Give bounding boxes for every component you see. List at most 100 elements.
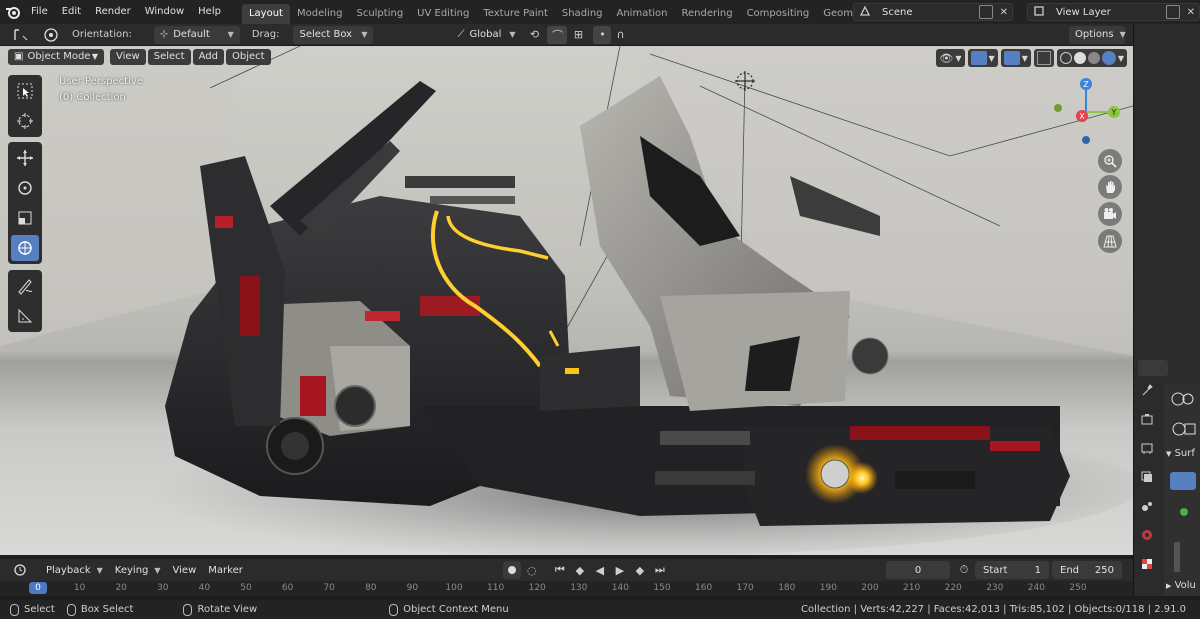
gizmo-neg-z-axis[interactable]: [1082, 136, 1090, 144]
timeline-ruler[interactable]: 0 10 20 30 40 50 60 70 80 90 100 110 120 130 140 150 160…: [0, 581, 1133, 596]
texture-tab-icon[interactable]: [1137, 554, 1157, 574]
end-frame-field[interactable]: End 250: [1052, 561, 1122, 579]
chevron-down-icon[interactable]: ▼: [1118, 54, 1124, 63]
visibility-toggle[interactable]: 👁 ▼: [936, 49, 965, 67]
timeline-view-menu[interactable]: View: [167, 561, 203, 579]
cursor-tool-icon[interactable]: [11, 108, 39, 134]
camera-view-icon[interactable]: [1098, 202, 1122, 226]
chevron-right-icon: ▶: [1166, 582, 1172, 590]
wireframe-shading-icon[interactable]: [1059, 52, 1072, 64]
volume-panel-header[interactable]: ▶ Volu: [1166, 580, 1196, 591]
xray-toggle[interactable]: [1033, 49, 1054, 67]
play-reverse-icon[interactable]: ◀: [591, 561, 609, 579]
proportional-editing-icon[interactable]: •: [593, 25, 612, 44]
navigation-gizmo[interactable]: Z Y X: [1046, 72, 1126, 152]
jump-start-icon[interactable]: ⏮: [551, 561, 569, 579]
surface-node-button[interactable]: [1170, 472, 1196, 490]
tab-animation[interactable]: Animation: [610, 4, 675, 24]
rotate-tool-icon[interactable]: [11, 175, 39, 201]
eye-icon: 👁: [939, 51, 954, 65]
active-tool-icon[interactable]: [6, 26, 36, 44]
tab-compositing[interactable]: Compositing: [740, 4, 817, 24]
auto-keying-icon[interactable]: ◌: [523, 561, 541, 579]
world-tab-icon[interactable]: [1137, 525, 1157, 545]
timeline-editor-type-icon[interactable]: [6, 561, 36, 579]
close-icon[interactable]: ✕: [1183, 7, 1199, 18]
editor-type-dropdown[interactable]: [1138, 360, 1168, 376]
keying-menu[interactable]: Keying ▼: [109, 561, 167, 579]
zoom-icon[interactable]: [1098, 149, 1122, 173]
menu-render[interactable]: Render: [88, 2, 138, 22]
menu-edit[interactable]: Edit: [55, 2, 88, 22]
ortho-grid-icon[interactable]: [1098, 229, 1122, 253]
current-frame-value: 0: [914, 564, 922, 576]
transform-orientation-dropdown[interactable]: ⟋ Global ▼: [451, 25, 522, 44]
gizmo-neg-y-axis[interactable]: [1054, 104, 1062, 112]
output-tab-icon[interactable]: [1137, 438, 1157, 458]
timeline-tick-label: 70: [323, 583, 335, 593]
tab-rendering[interactable]: Rendering: [674, 4, 739, 24]
3d-viewport[interactable]: ▣ Object Mode ▼ View Select Add Object 👁…: [0, 46, 1133, 555]
scene-selector[interactable]: Scene ✕: [853, 3, 1013, 21]
menu-window[interactable]: Window: [138, 2, 191, 22]
view-layer-tab-icon[interactable]: [1137, 467, 1157, 487]
use-preview-range-icon[interactable]: ⏱: [955, 561, 973, 579]
tab-layout[interactable]: Layout: [241, 4, 290, 24]
panel-scrollbar[interactable]: [1174, 542, 1180, 572]
scene-tab-icon[interactable]: [1137, 496, 1157, 516]
snap-icon[interactable]: ⌒: [547, 25, 568, 44]
overlay-toggle[interactable]: ▼: [1000, 49, 1031, 67]
menu-help[interactable]: Help: [191, 2, 228, 22]
next-keyframe-icon[interactable]: ◆: [631, 561, 649, 579]
tab-texture-paint[interactable]: Texture Paint: [476, 4, 555, 24]
menu-select[interactable]: Select: [147, 49, 191, 65]
view-layer-selector[interactable]: View Layer ✕: [1027, 3, 1200, 21]
select-box-tool-icon[interactable]: [11, 78, 39, 104]
solid-shading-icon[interactable]: [1073, 52, 1086, 64]
menu-object[interactable]: Object: [225, 49, 271, 65]
annotate-tool-icon[interactable]: [11, 273, 39, 299]
new-view-layer-icon[interactable]: [1165, 5, 1180, 19]
drag-dropdown[interactable]: Select Box ▼: [293, 25, 374, 44]
menu-view[interactable]: View: [110, 49, 146, 65]
mode-dropdown[interactable]: ▣ Object Mode ▼: [8, 49, 104, 65]
menu-file[interactable]: File: [24, 2, 55, 22]
play-icon[interactable]: ▶: [611, 561, 629, 579]
render-tab-icon[interactable]: [1137, 409, 1157, 429]
playhead[interactable]: 0: [29, 582, 47, 594]
prev-keyframe-icon[interactable]: ◆: [571, 561, 589, 579]
transform-pivot-icon[interactable]: [36, 26, 66, 44]
orientation-dropdown[interactable]: ⊹ Default ▼: [153, 25, 240, 44]
falloff-icon[interactable]: ∩: [611, 26, 629, 44]
measure-tool-icon[interactable]: [11, 303, 39, 329]
transform-tool-icon[interactable]: [11, 235, 39, 261]
options-dropdown[interactable]: Options ▼: [1069, 25, 1126, 44]
new-scene-icon[interactable]: [978, 5, 993, 19]
pan-hand-icon[interactable]: [1098, 175, 1122, 199]
record-keyframe-icon[interactable]: [502, 561, 521, 579]
end-label: End: [1060, 564, 1080, 576]
menu-add[interactable]: Add: [192, 49, 224, 65]
snap-target-icon[interactable]: ⊞: [567, 26, 589, 44]
blender-logo-icon[interactable]: [2, 1, 24, 23]
tab-sculpting[interactable]: Sculpting: [349, 4, 410, 24]
world-preview-icon: [1170, 390, 1196, 408]
tab-uv-editing[interactable]: UV Editing: [410, 4, 476, 24]
pivot-point-icon[interactable]: ⟲: [521, 26, 547, 44]
chevron-down-icon: ▼: [1021, 53, 1028, 63]
scale-tool-icon[interactable]: [11, 205, 39, 231]
start-frame-field[interactable]: Start 1: [975, 561, 1049, 579]
tab-shading[interactable]: Shading: [555, 4, 610, 24]
close-icon[interactable]: ✕: [996, 7, 1012, 18]
rendered-shading-icon[interactable]: [1101, 51, 1116, 65]
surface-panel-header[interactable]: ▼ Surf: [1166, 448, 1195, 459]
jump-end-icon[interactable]: ⏭: [651, 561, 669, 579]
move-tool-icon[interactable]: [11, 145, 39, 171]
marker-menu[interactable]: Marker: [202, 561, 249, 579]
tab-modeling[interactable]: Modeling: [290, 4, 350, 24]
playback-menu[interactable]: Playback ▼: [40, 561, 109, 579]
current-frame-field[interactable]: 0: [886, 561, 950, 579]
gizmo-toggle[interactable]: ▼: [967, 49, 998, 67]
tool-settings-tab-icon[interactable]: [1137, 380, 1157, 400]
material-shading-icon[interactable]: [1087, 52, 1100, 64]
